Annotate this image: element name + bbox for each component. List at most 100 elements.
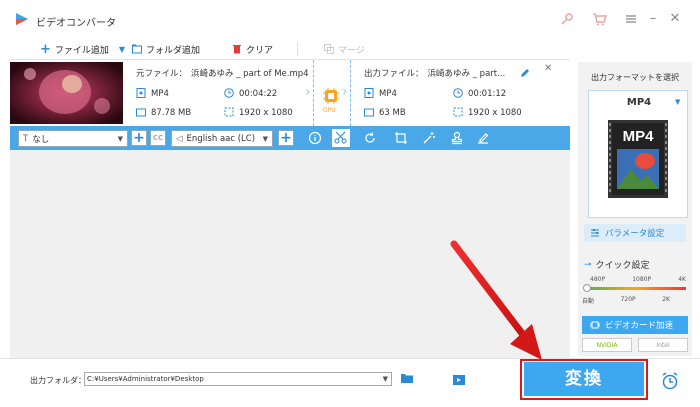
cc-icon[interactable]: CC [150,130,166,146]
side-panel-inner: 出力フォーマットを選択 MP4 ▼ MP4 パラメータ設定 ⊸ クイック設定 4… [578,62,692,356]
clock-icon [453,88,463,98]
output-folder-field[interactable]: C:¥Users¥Administrator¥Desktop ▼ [84,372,392,386]
gpu-acceleration-button[interactable]: ビデオカード加速 [582,316,688,334]
folder-size-icon [136,108,146,117]
format-name: MP4 [626,97,652,108]
quality-labels-bottom: 自動 720P 2K [582,296,670,305]
chevron-down-icon[interactable]: ▼ [119,45,125,54]
edit-bar: T なし ▼ + CC ◁ English aac (LC) ▼ + [10,126,570,150]
quality-slider-handle[interactable] [583,284,591,292]
minimize-button[interactable]: – [644,10,662,28]
info-icon[interactable] [308,131,322,145]
browse-folder-icon[interactable] [400,372,414,384]
output-duration: 00:01:12 [468,89,507,99]
cart-icon[interactable] [590,10,608,28]
title-bar: ビデオコンバータ – ✕ [0,0,700,38]
quality-slider[interactable] [584,287,686,290]
merge-button[interactable]: マージ [324,41,365,57]
gpu-label: GPU [323,107,336,114]
mp4-format-icon: MP4 [608,120,668,198]
resolution-icon [224,107,234,117]
quality-4k: 4K [678,276,686,283]
audio-value: English aac (LC) [186,133,256,144]
audio-select[interactable]: ◁ English aac (LC) ▼ [171,130,273,147]
add-file-label: ファイル追加 [54,45,109,56]
alarm-clock-icon[interactable] [660,371,680,391]
intel-label: Intel [656,341,670,349]
toolbar: + ファイル追加 ▼ フォルダ追加 クリア マージ [10,38,570,60]
intel-badge[interactable]: Intel [638,338,688,352]
remove-file-icon[interactable]: ✕ [544,63,552,74]
subtitle-edit-icon[interactable] [476,131,490,145]
app-logo-icon [16,13,28,25]
red-arrow-annotation [450,240,542,360]
parameter-settings-label: パラメータ設定 [605,229,665,239]
chevron-right-icon: › [342,84,348,100]
close-button[interactable]: ✕ [666,10,684,28]
toolbar-divider [297,42,298,56]
chevron-down-icon[interactable]: ▼ [383,373,388,385]
resolution-icon [453,107,463,117]
subtitle-select[interactable]: T なし ▼ [18,130,128,147]
rotate-icon[interactable] [363,131,377,145]
key-icon[interactable] [558,10,576,28]
video-thumbnail[interactable] [10,62,123,124]
folder-size-icon [364,108,374,117]
chip-icon [590,321,600,329]
output-size: 63 MB [379,108,406,118]
effect-wand-icon[interactable] [422,131,436,145]
output-filename: 浜崎あゆみ _ part... [427,69,506,79]
scissors-icon [334,131,347,144]
quick-settings-label: クイック設定 [595,261,650,271]
source-resolution: 1920 x 1080 [239,108,293,118]
select-format-label: 出力フォーマットを選択 [591,73,679,82]
file-row[interactable]: 元ファイル： 浜崎あゆみ _ part of Me.mp4 MP4 00:04:2… [10,60,570,126]
pencil-icon[interactable] [520,68,530,78]
source-format: MP4 [151,89,169,99]
chevron-right-icon: › [305,84,311,100]
output-label: 出力ファイル： [364,69,424,79]
chevron-down-icon: ▼ [117,134,123,143]
divider-right [350,60,351,126]
merge-icon [324,44,334,54]
quality-480p: 480P [590,276,606,283]
add-folder-label: フォルダ追加 [146,45,201,56]
chevron-down-icon: ▼ [675,98,681,106]
clock-icon [224,88,234,98]
clear-button[interactable]: クリア [232,41,273,57]
cut-button[interactable] [332,129,350,147]
nvidia-badge[interactable]: NVIDIA [582,338,632,352]
convert-label: 変換 [565,369,603,389]
quality-2k: 2K [662,296,670,303]
format-side-panel: 出力フォーマットを選択 MP4 ▼ MP4 パラメータ設定 ⊸ クイック設定 4… [570,60,700,358]
speaker-icon: ◁ [176,133,183,144]
source-file-heading: 元ファイル： 浜崎あゆみ _ part of Me.mp4 [136,67,309,79]
add-folder-button[interactable]: フォルダ追加 [132,41,200,57]
parameter-settings-button[interactable]: パラメータ設定 [584,224,686,242]
source-size: 87.78 MB [151,108,192,118]
quality-auto: 自動 [582,298,595,305]
quality-labels-top: 480P 1080P 4K [590,276,686,283]
add-subtitle-button[interactable]: + [131,130,147,146]
crop-icon[interactable] [394,131,408,145]
source-filename: 浜崎あゆみ _ part of Me.mp4 [191,69,309,79]
gpu-chip-icon [323,88,339,104]
convert-button[interactable]: 変換 [524,362,644,396]
quality-1080p: 1080P [632,276,652,283]
output-resolution: 1920 x 1080 [468,108,522,118]
open-output-folder-icon[interactable] [452,372,466,386]
format-selector[interactable]: MP4 ▼ MP4 [588,90,688,218]
gpu-acceleration-label: ビデオカード加速 [605,321,674,331]
add-audio-button[interactable]: + [278,130,294,146]
output-file-heading: 出力ファイル： 浜崎あゆみ _ part... [364,67,505,79]
watermark-stamp-icon[interactable] [450,131,464,145]
chevron-down-icon: ▼ [262,134,268,143]
output-folder-label: 出力フォルダ： [30,376,86,385]
quick-settings-heading: ⊸ クイック設定 [584,258,650,272]
menu-icon[interactable] [622,10,640,28]
add-file-button[interactable]: + ファイル追加 ▼ [40,41,125,57]
trash-icon [233,45,241,54]
slider-icon: ⊸ [584,259,592,270]
app-title: ビデオコンバータ [36,18,116,29]
svg-text:MP4: MP4 [623,128,655,145]
